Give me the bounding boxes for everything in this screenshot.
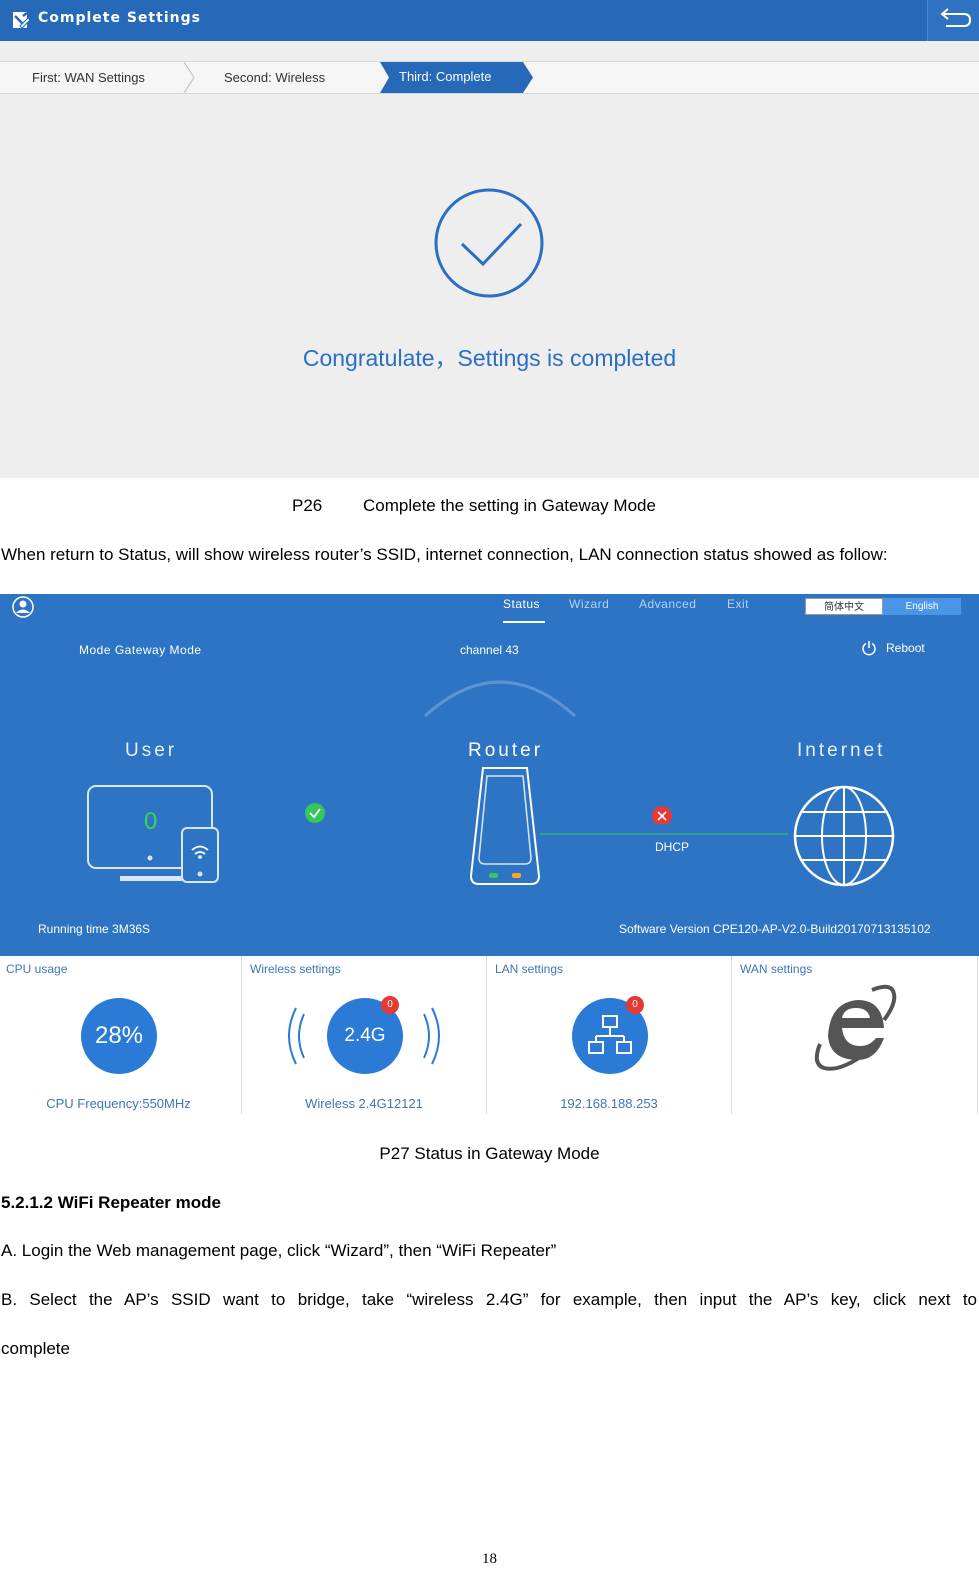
wizard-steps: First: WAN Settings Second: Wireless Thi… (0, 61, 979, 94)
paragraph-step-b-line2: complete (1, 1339, 70, 1358)
wan-settings-panel[interactable]: WAN settings (732, 956, 978, 1114)
language-chinese-button[interactable]: 简体中文 (805, 598, 883, 615)
signal-arc-icon (423, 680, 577, 718)
wan-link-line (540, 833, 788, 835)
nav-active-indicator (503, 621, 545, 623)
step-wan-settings[interactable]: First: WAN Settings (32, 70, 145, 85)
paragraph-step-b-line1: B. Select the AP’s SSID want to bridge, … (1, 1290, 977, 1309)
caption-p26-number: P26 (292, 496, 323, 515)
completion-message: Congratulate，Settings is completed (302, 345, 677, 371)
cpu-usage-value: 28% (81, 998, 157, 1074)
wireless-settings-title: Wireless settings (250, 962, 341, 976)
chevron-right-icon (183, 62, 195, 93)
power-icon (862, 641, 876, 656)
check-circle-icon (434, 188, 544, 298)
language-english-button[interactable]: English (883, 598, 961, 615)
step-wireless[interactable]: Second: Wireless (224, 70, 325, 85)
internet-label: Internet (797, 740, 886, 761)
section-heading: 5.2.1.2 WiFi Repeater mode (1, 1193, 221, 1212)
nav-advanced[interactable]: Advanced (639, 597, 696, 611)
step-complete[interactable]: Third: Complete (380, 62, 533, 93)
caption-p27: P27 Status in Gateway Mode (379, 1144, 600, 1163)
paragraph-status-intro: When return to Status, will show wireles… (1, 545, 888, 564)
nav-exit[interactable]: Exit (727, 597, 749, 611)
status-dashboard: Status Wizard Advanced Exit 简体中文 English… (0, 594, 979, 956)
step-complete-label: Third: Complete (399, 69, 492, 84)
nav-status[interactable]: Status (503, 597, 540, 611)
cpu-usage-title: CPU usage (6, 962, 68, 976)
cpu-usage-panel[interactable]: CPU usage 28% CPU Frequency:550MHz (0, 956, 242, 1114)
mode-label: Mode Gateway Mode (79, 643, 202, 657)
user-profile-icon[interactable] (12, 596, 34, 618)
settings-title: Complete Settings (38, 10, 201, 26)
reboot-button[interactable]: Reboot (861, 639, 941, 659)
nav-wizard[interactable]: Wizard (569, 597, 609, 611)
back-button[interactable] (927, 0, 979, 41)
wireless-ssid: Wireless 2.4G12121 (305, 1096, 423, 1111)
wireless-settings-panel[interactable]: Wireless settings 2.4G 0 Wireless 2.4G12… (242, 956, 487, 1114)
internet-explorer-icon (814, 984, 897, 1071)
user-link-status (305, 803, 325, 823)
wireless-badge: 0 (381, 996, 399, 1014)
lan-badge: 0 (626, 996, 644, 1014)
settings-header: Complete Settings (0, 0, 979, 41)
globe-icon (793, 785, 895, 887)
lan-settings-panel[interactable]: LAN settings 0 192.168.188.253 (487, 956, 732, 1114)
document-logo-icon (13, 12, 31, 29)
router-device-icon (469, 767, 541, 885)
lan-ip: 192.168.188.253 (560, 1096, 658, 1111)
page-number: 18 (482, 1551, 497, 1567)
lan-settings-title: LAN settings (495, 962, 564, 976)
wan-settings-title: WAN settings (740, 962, 813, 976)
user-label: User (125, 740, 178, 761)
caption-p26-text: Complete the setting in Gateway Mode (363, 496, 656, 515)
running-time: Running time 3M36S (38, 922, 151, 936)
channel-label: channel 43 (460, 643, 519, 657)
software-version: Software Version CPE120-AP-V2.0-Build201… (619, 922, 931, 936)
reboot-label: Reboot (886, 641, 925, 655)
cpu-frequency: CPU Frequency:550MHz (46, 1096, 191, 1111)
complete-settings-screenshot: Complete Settings First: WAN Settings Se… (0, 0, 979, 478)
return-arrow-icon (940, 8, 972, 27)
wan-link-status (652, 806, 672, 824)
paragraph-step-a: A. Login the Web management page, click … (1, 1241, 557, 1260)
dhcp-label: DHCP (655, 840, 690, 854)
router-label: Router (468, 740, 544, 761)
status-panels: CPU usage 28% CPU Frequency:550MHz Wirel… (0, 956, 979, 1114)
user-count: 0 (144, 808, 158, 835)
status-screenshot: Status Wizard Advanced Exit 简体中文 English… (0, 594, 979, 1114)
